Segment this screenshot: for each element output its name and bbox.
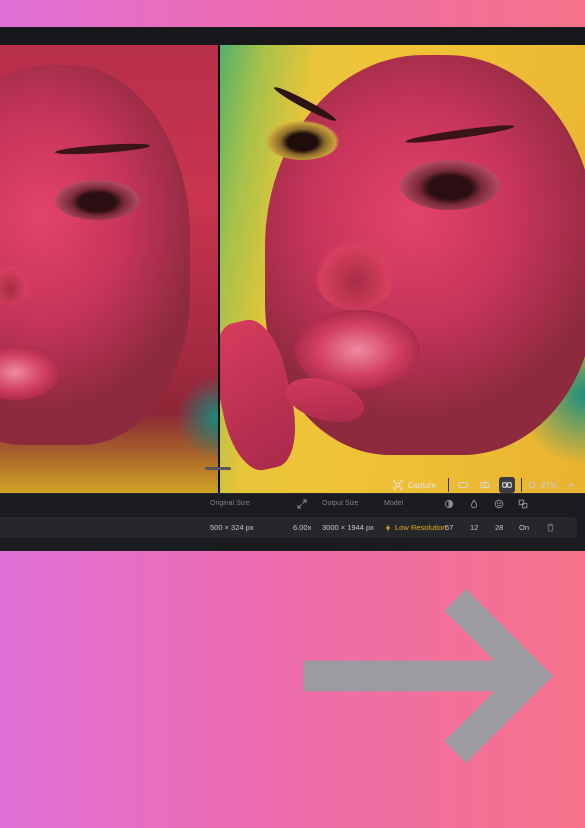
app-window bbox=[0, 27, 585, 551]
split-view-icon bbox=[480, 481, 490, 489]
table-header: Original Size Output Size Model bbox=[0, 499, 585, 510]
scale-value[interactable]: 6.00x bbox=[293, 523, 311, 532]
sharpen-value[interactable]: 12 bbox=[470, 523, 478, 532]
lightning-icon bbox=[385, 523, 391, 532]
capture-button[interactable]: Capture bbox=[387, 476, 442, 494]
original-size-value: 500 × 324 px bbox=[210, 523, 254, 532]
side-by-side-icon bbox=[502, 482, 512, 488]
layers-toggle-value[interactable]: On bbox=[519, 523, 529, 532]
face-recovery-value[interactable]: 28 bbox=[495, 523, 503, 532]
denoise-value[interactable]: 57 bbox=[445, 523, 453, 532]
panel-resize-handle[interactable] bbox=[205, 467, 231, 470]
split-view-button[interactable] bbox=[477, 477, 493, 493]
zoom-icon bbox=[528, 481, 537, 489]
toolbar-separator bbox=[520, 478, 522, 492]
model-value: Low Resolution bbox=[395, 523, 447, 532]
arrow-right-icon bbox=[303, 588, 553, 763]
capture-icon bbox=[393, 480, 403, 490]
denoise-icon bbox=[444, 499, 454, 509]
header-output-size: Output Size bbox=[322, 500, 359, 507]
toolbar-separator bbox=[447, 478, 449, 492]
model-select[interactable]: Low Resolution bbox=[384, 523, 446, 532]
expand-icon bbox=[297, 499, 307, 509]
collapse-panel-button[interactable] bbox=[563, 477, 579, 493]
side-by-side-view-button[interactable] bbox=[498, 477, 515, 493]
output-image-pane[interactable] bbox=[220, 45, 585, 493]
single-view-icon bbox=[458, 482, 468, 488]
header-original-size: Original Size bbox=[210, 500, 250, 507]
output-size-value: 3000 × 1944 px bbox=[322, 523, 374, 532]
capture-label: Capture bbox=[407, 480, 436, 490]
header-model: Model bbox=[384, 500, 404, 507]
single-view-button[interactable] bbox=[455, 477, 471, 493]
table-row[interactable]: 500 × 324 px 6.00x 3000 × 1944 px Low Re… bbox=[0, 517, 577, 763]
sharpen-drop-icon bbox=[470, 499, 478, 509]
original-image bbox=[0, 45, 218, 493]
original-image-pane[interactable] bbox=[0, 45, 218, 493]
zoom-value: 87% bbox=[540, 480, 557, 490]
layers-icon bbox=[518, 499, 528, 509]
output-image bbox=[220, 45, 585, 493]
view-toolbar: Capture 87% bbox=[387, 476, 579, 494]
face-icon bbox=[494, 499, 504, 509]
zoom-control[interactable]: 87% bbox=[528, 481, 557, 490]
chevron-up-icon bbox=[568, 483, 574, 487]
trash-icon[interactable] bbox=[546, 523, 555, 532]
